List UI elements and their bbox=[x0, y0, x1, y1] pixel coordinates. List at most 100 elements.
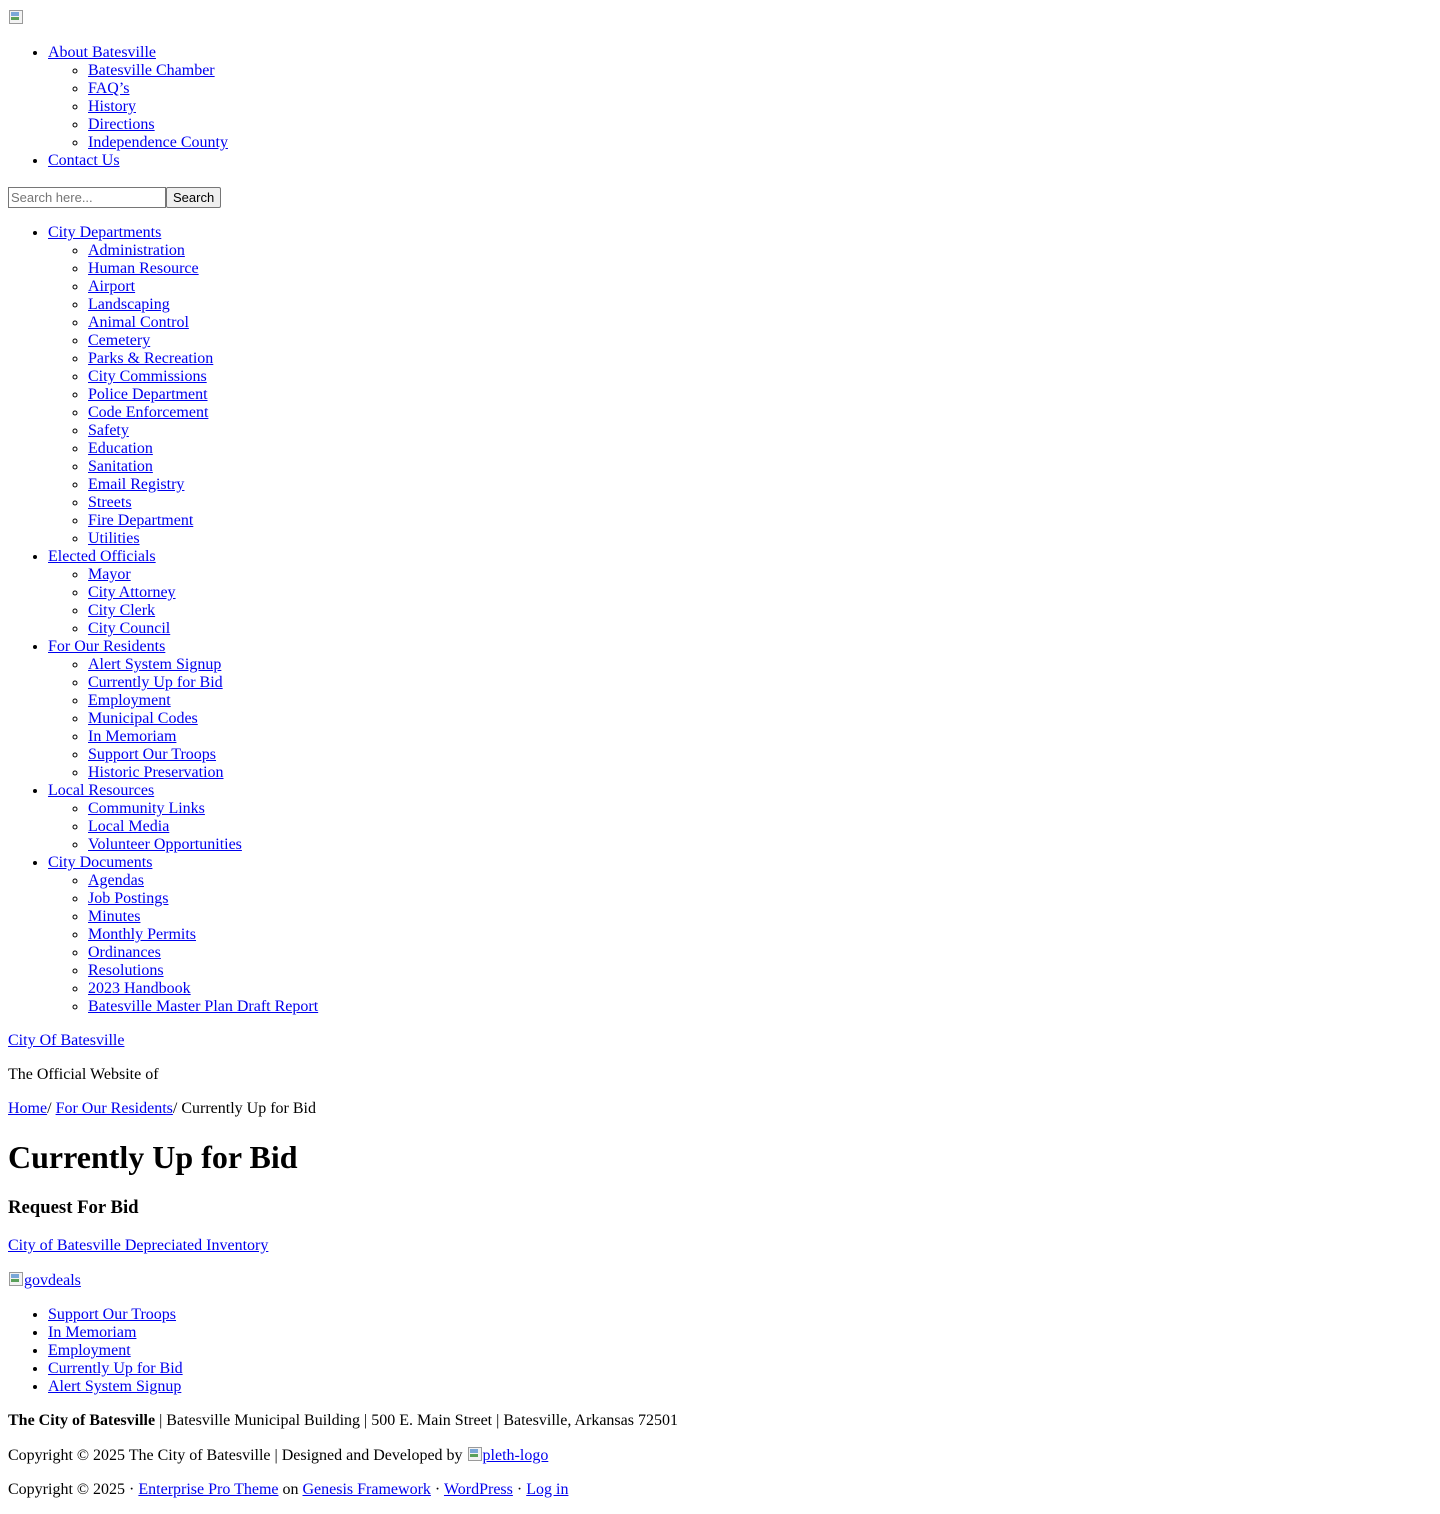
main-nav-sublink-sanitation[interactable]: Sanitation bbox=[88, 458, 153, 475]
footer-widget-link-currently-up-for-bid[interactable]: Currently Up for Bid bbox=[48, 1360, 183, 1377]
main-nav-sublink-city-council[interactable]: City Council bbox=[88, 620, 170, 637]
main-nav-subitem-utilities: Utilities bbox=[88, 530, 1432, 548]
main-nav-sublink-city-clerk[interactable]: City Clerk bbox=[88, 602, 155, 619]
footer-widget-link-support-our-troops[interactable]: Support Our Troops bbox=[48, 1306, 176, 1323]
top-nav-sublink-batesville-chamber[interactable]: Batesville Chamber bbox=[88, 62, 215, 79]
main-nav-sublink-local-media[interactable]: Local Media bbox=[88, 818, 169, 835]
main-nav-subitem-animal-control: Animal Control bbox=[88, 314, 1432, 332]
main-nav-sublink-agendas[interactable]: Agendas bbox=[88, 872, 144, 889]
main-nav-sublink-resolutions[interactable]: Resolutions bbox=[88, 962, 164, 979]
main-nav-sublink-administration[interactable]: Administration bbox=[88, 242, 185, 259]
main-nav-subitem-city-attorney: City Attorney bbox=[88, 584, 1432, 602]
main-nav-sublink-currently-up-for-bid[interactable]: Currently Up for Bid bbox=[88, 674, 223, 691]
main-nav-link-city-documents[interactable]: City Documents bbox=[48, 854, 152, 871]
framework-link[interactable]: Genesis Framework bbox=[302, 1481, 430, 1498]
main-nav-sublink-mayor[interactable]: Mayor bbox=[88, 566, 131, 583]
wordpress-link[interactable]: WordPress bbox=[444, 1481, 513, 1498]
theme-link[interactable]: Enterprise Pro Theme bbox=[138, 1481, 278, 1498]
main-nav-sublink-city-commissions[interactable]: City Commissions bbox=[88, 368, 207, 385]
top-nav-sublink-directions[interactable]: Directions bbox=[88, 116, 155, 133]
main-nav-sublink-email-registry[interactable]: Email Registry bbox=[88, 476, 184, 493]
top-nav-link-contact-us[interactable]: Contact Us bbox=[48, 152, 120, 169]
main-nav-sublink-police-department[interactable]: Police Department bbox=[88, 386, 208, 403]
main-nav-submenu-elected-officials: MayorCity AttorneyCity ClerkCity Council bbox=[48, 566, 1432, 638]
footer-widget-link-in-memoriam[interactable]: In Memoriam bbox=[48, 1324, 136, 1341]
broken-image-icon bbox=[8, 9, 24, 25]
main-nav-sublink-ordinances[interactable]: Ordinances bbox=[88, 944, 161, 961]
site-logo-link[interactable] bbox=[8, 9, 24, 26]
breadcrumb-home-link[interactable]: Home bbox=[8, 1100, 47, 1117]
main-nav-link-elected-officials[interactable]: Elected Officials bbox=[48, 548, 156, 565]
pleth-logo-link[interactable]: pleth-logo bbox=[467, 1447, 548, 1464]
main-nav-sublink-support-our-troops[interactable]: Support Our Troops bbox=[88, 746, 216, 763]
top-nav-sublink-history[interactable]: History bbox=[88, 98, 136, 115]
main-nav-sublink-municipal-codes[interactable]: Municipal Codes bbox=[88, 710, 198, 727]
main-nav-submenu-for-our-residents: Alert System SignupCurrently Up for BidE… bbox=[48, 656, 1432, 782]
main-nav-sublink-safety[interactable]: Safety bbox=[88, 422, 129, 439]
main-nav-subitem-historic-preservation: Historic Preservation bbox=[88, 764, 1432, 782]
main-nav-sublink-cemetery[interactable]: Cemetery bbox=[88, 332, 150, 349]
main-nav-sublink-human-resource[interactable]: Human Resource bbox=[88, 260, 199, 277]
breadcrumb-parent-link[interactable]: For Our Residents bbox=[56, 1100, 173, 1117]
main-nav-subitem-resolutions: Resolutions bbox=[88, 962, 1432, 980]
main-nav-subitem-ordinances: Ordinances bbox=[88, 944, 1432, 962]
top-nav-subitem-independence-county: Independence County bbox=[88, 134, 1432, 152]
page: About BatesvilleBatesville ChamberFAQ’sH… bbox=[0, 0, 1440, 1499]
main-nav-sublink-historic-preservation[interactable]: Historic Preservation bbox=[88, 764, 224, 781]
search-input[interactable] bbox=[8, 186, 166, 208]
main-nav-subitem-city-commissions: City Commissions bbox=[88, 368, 1432, 386]
main-nav-item-for-our-residents: For Our ResidentsAlert System SignupCurr… bbox=[48, 638, 1432, 782]
main-nav-sublink-community-links[interactable]: Community Links bbox=[88, 800, 205, 817]
top-nav-sublink-independence-county[interactable]: Independence County bbox=[88, 134, 228, 151]
page-title: Currently Up for Bid bbox=[8, 1139, 298, 1175]
govdeals-link[interactable]: govdeals bbox=[8, 1272, 81, 1289]
top-nav-link-about-batesville[interactable]: About Batesville bbox=[48, 44, 156, 61]
main-nav-sublink-education[interactable]: Education bbox=[88, 440, 153, 457]
main-nav-link-for-our-residents[interactable]: For Our Residents bbox=[48, 638, 165, 655]
main-nav-sublink-airport[interactable]: Airport bbox=[88, 278, 135, 295]
main-nav-sublink-alert-system-signup[interactable]: Alert System Signup bbox=[88, 656, 221, 673]
main-nav-sublink-job-postings[interactable]: Job Postings bbox=[88, 890, 168, 907]
top-nav-sublink-faq-s[interactable]: FAQ’s bbox=[88, 80, 130, 97]
main-nav-link-city-departments[interactable]: City Departments bbox=[48, 224, 161, 241]
footer-copyright-text: Copyright © 2025 The City of Batesville … bbox=[8, 1447, 467, 1464]
main-nav-sublink-code-enforcement[interactable]: Code Enforcement bbox=[88, 404, 208, 421]
footer-widget-link-employment[interactable]: Employment bbox=[48, 1342, 131, 1359]
main-nav-subitem-police-department: Police Department bbox=[88, 386, 1432, 404]
main-nav-sublink-parks-recreation[interactable]: Parks & Recreation bbox=[88, 350, 213, 367]
main-nav-sublink-batesville-master-plan-draft-report[interactable]: Batesville Master Plan Draft Report bbox=[88, 998, 318, 1015]
top-nav-subitem-directions: Directions bbox=[88, 116, 1432, 134]
main-nav-sublink-animal-control[interactable]: Animal Control bbox=[88, 314, 189, 331]
main-nav-sublink-landscaping[interactable]: Landscaping bbox=[88, 296, 170, 313]
main-nav-sublink-monthly-permits[interactable]: Monthly Permits bbox=[88, 926, 196, 943]
main-nav-subitem-city-council: City Council bbox=[88, 620, 1432, 638]
depreciated-inventory-link[interactable]: City of Batesville Depreciated Inventory bbox=[8, 1237, 268, 1254]
search-button[interactable]: Search bbox=[166, 186, 222, 208]
main-nav-sublink-streets[interactable]: Streets bbox=[88, 494, 132, 511]
main-nav-sublink-volunteer-opportunities[interactable]: Volunteer Opportunities bbox=[88, 836, 242, 853]
main-nav-subitem-streets: Streets bbox=[88, 494, 1432, 512]
main-nav-subitem-job-postings: Job Postings bbox=[88, 890, 1432, 908]
footer-address: The City of Batesville | Batesville Muni… bbox=[8, 1412, 1432, 1430]
main-nav-sublink-fire-department[interactable]: Fire Department bbox=[88, 512, 193, 529]
main-nav-sublink-employment[interactable]: Employment bbox=[88, 692, 171, 709]
footer-widget-item-alert-system-signup: Alert System Signup bbox=[48, 1378, 1432, 1396]
login-link[interactable]: Log in bbox=[526, 1481, 568, 1498]
footer-widget-link-alert-system-signup[interactable]: Alert System Signup bbox=[48, 1378, 181, 1395]
main-nav-subitem-agendas: Agendas bbox=[88, 872, 1432, 890]
top-nav-submenu-about-batesville: Batesville ChamberFAQ’sHistoryDirections… bbox=[48, 62, 1432, 152]
breadcrumb: Home/ For Our Residents/ Currently Up fo… bbox=[8, 1100, 1432, 1118]
main-nav-subitem-administration: Administration bbox=[88, 242, 1432, 260]
main-nav-sublink-minutes[interactable]: Minutes bbox=[88, 908, 140, 925]
main-nav-sublink-city-attorney[interactable]: City Attorney bbox=[88, 584, 176, 601]
main-nav-link-local-resources[interactable]: Local Resources bbox=[48, 782, 154, 799]
breadcrumb-current: Currently Up for Bid bbox=[181, 1100, 316, 1117]
main-nav-sublink-in-memoriam[interactable]: In Memoriam bbox=[88, 728, 176, 745]
main-nav-sublink-2023-handbook[interactable]: 2023 Handbook bbox=[88, 980, 191, 997]
main-nav-submenu-city-documents: AgendasJob PostingsMinutesMonthly Permit… bbox=[48, 872, 1432, 1016]
main-nav-sublink-utilities[interactable]: Utilities bbox=[88, 530, 140, 547]
site-title-link[interactable]: City Of Batesville bbox=[8, 1032, 124, 1049]
govdeals-paragraph: govdeals bbox=[8, 1271, 1432, 1290]
govdeals-alt-text: govdeals bbox=[24, 1272, 81, 1289]
search-form: Search bbox=[8, 186, 1432, 208]
